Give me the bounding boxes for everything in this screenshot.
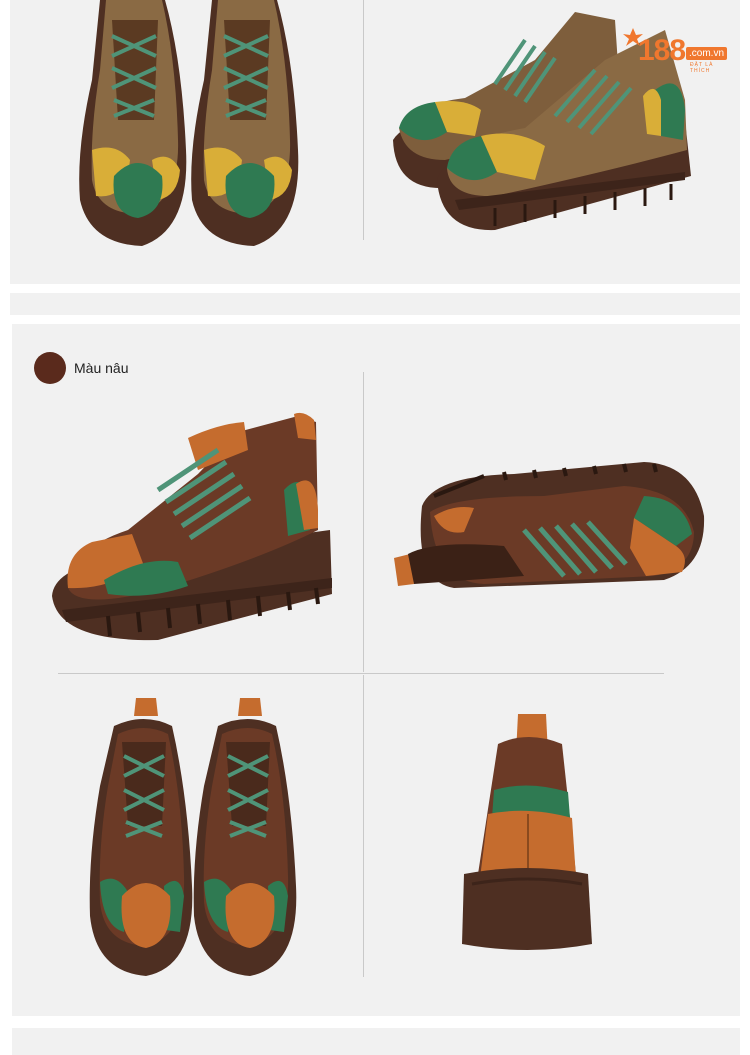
vertical-divider-upper [363,372,364,672]
brown-shoe-side-image [52,412,332,641]
brown-shoe-back-image [462,714,592,950]
separator-strip [10,293,740,315]
horizontal-divider [58,673,664,674]
color-swatch-brown [34,352,66,384]
logo-tagline: ĐẶT LÀ THÍCH [690,62,714,74]
brown-shoe-right [193,698,297,976]
bottom-strip [12,1028,740,1055]
olive-shoe-left [79,0,187,246]
vertical-divider-lower [363,675,364,977]
color-variant-row: Màu nâu [34,352,128,384]
logo-domain: .com.vn [686,47,728,60]
top-panel-divider [363,0,364,240]
brown-shoe-pair-front-image [89,698,297,976]
color-variant-label: Màu nâu [74,360,129,376]
logo-number: 188 [638,34,686,67]
brown-shoe-sole-image [394,462,705,588]
brand-logo: 188 .com.vn ĐẶT LÀ THÍCH [620,22,735,74]
olive-shoe-pair-front-image [79,0,299,246]
olive-shoe-right [191,0,299,246]
brown-shoe-left [89,698,193,976]
